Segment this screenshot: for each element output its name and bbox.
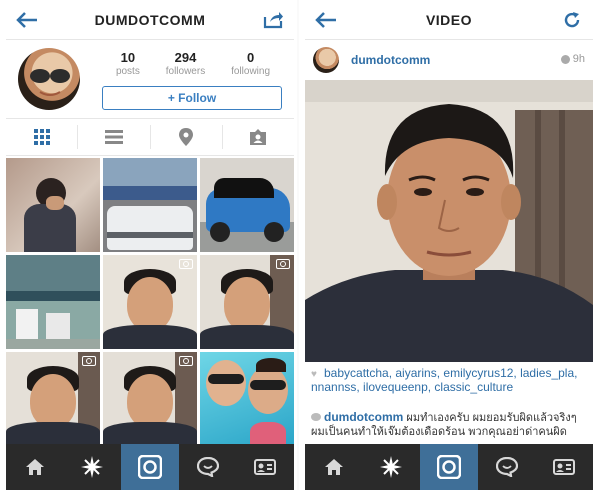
avatar [18,48,80,110]
camera-icon[interactable] [121,444,179,490]
profile-header: DUMDOTCOMM [6,0,294,40]
video-icon [276,259,290,269]
following-stat[interactable]: 0 following [231,50,270,77]
activity-icon[interactable] [179,444,237,490]
page-title: DUMDOTCOMM [94,11,206,28]
grid-photo[interactable] [200,158,294,252]
refresh-icon[interactable] [559,8,585,32]
profile-section: 10 posts 294 followers 0 following + Fol… [6,42,294,114]
video-icon [179,356,193,366]
activity-icon[interactable] [478,444,536,490]
share-icon[interactable] [260,8,286,32]
photo-grid [6,158,294,446]
following-count: 0 [246,50,255,65]
back-arrow-icon[interactable] [313,8,339,32]
shirt-shape [103,325,197,349]
clock-icon [560,54,570,64]
grid-video[interactable] [103,255,197,349]
profile-icon[interactable] [535,444,593,490]
face-shape [127,374,173,428]
post-time-text: 9h [572,53,585,65]
following-label: following [231,66,271,77]
likes-line: ♥ babycattcha, aiyarins, emilycyrus12, la… [311,366,587,394]
followers-stat[interactable]: 294 followers [166,50,205,77]
post-username[interactable]: dumdotcomm [351,53,430,67]
followers-count: 294 [174,50,197,65]
shirt-shape [200,325,294,349]
list-view-icon[interactable] [78,125,151,149]
grid-photo[interactable] [6,255,100,349]
post-time: 9h [560,53,585,65]
grid-video[interactable] [6,352,100,446]
grid-view-icon[interactable] [6,125,79,149]
back-arrow-icon[interactable] [14,8,40,32]
grid-photo[interactable] [200,352,294,446]
explore-icon[interactable] [363,444,421,490]
follow-button[interactable]: + Follow [102,86,282,110]
grid-video[interactable] [103,352,197,446]
grid-photo[interactable] [6,158,100,252]
grid-video[interactable] [200,255,294,349]
video-icon [179,259,193,269]
bottom-tab-bar [6,444,294,490]
video-header: VIDEO [305,0,593,40]
camera-icon[interactable] [420,444,478,490]
video-icon [82,356,96,366]
page-title: VIDEO [425,11,473,28]
face-shape [127,277,173,331]
grid-photo[interactable] [103,158,197,252]
video-frame [305,80,593,362]
profile-screen: DUMDOTCOMM 10 posts 294 followers 0 foll… [6,0,294,490]
profile-view-tabs [6,118,294,156]
profile-icon[interactable] [236,444,294,490]
home-icon[interactable] [305,444,363,490]
screen-divider [297,0,299,490]
followers-label: followers [165,66,206,77]
comment-icon [311,413,321,421]
post-header: dumdotcomm 9h [305,40,593,80]
comment-item: dumdotcomm ผมทำเองครับ ผมยอมรับผิดแล้วจร… [311,410,587,439]
heart-icon: ♥ [311,369,317,380]
profile-stats: 10 posts 294 followers 0 following [103,50,283,77]
posts-stat[interactable]: 10 posts [116,50,140,77]
video-screen: VIDEO dumdotcomm 9h ♥ babycattcha, aiyar… [305,0,593,490]
video-player[interactable] [305,80,593,362]
shirt-shape [6,422,100,446]
avatar[interactable] [313,47,339,73]
comment-username[interactable]: dumdotcomm [324,410,403,424]
posts-count: 10 [120,50,136,65]
face-shape [30,374,76,428]
likes-usernames[interactable]: babycattcha, aiyarins, emilycyrus12, lad… [311,366,577,394]
shirt-shape [103,422,197,446]
home-icon[interactable] [6,444,64,490]
posts-label: posts [115,66,140,77]
explore-icon[interactable] [64,444,122,490]
tagged-icon[interactable] [223,125,294,149]
face-shape [224,277,270,331]
bottom-tab-bar [305,444,593,490]
location-icon[interactable] [151,125,223,149]
